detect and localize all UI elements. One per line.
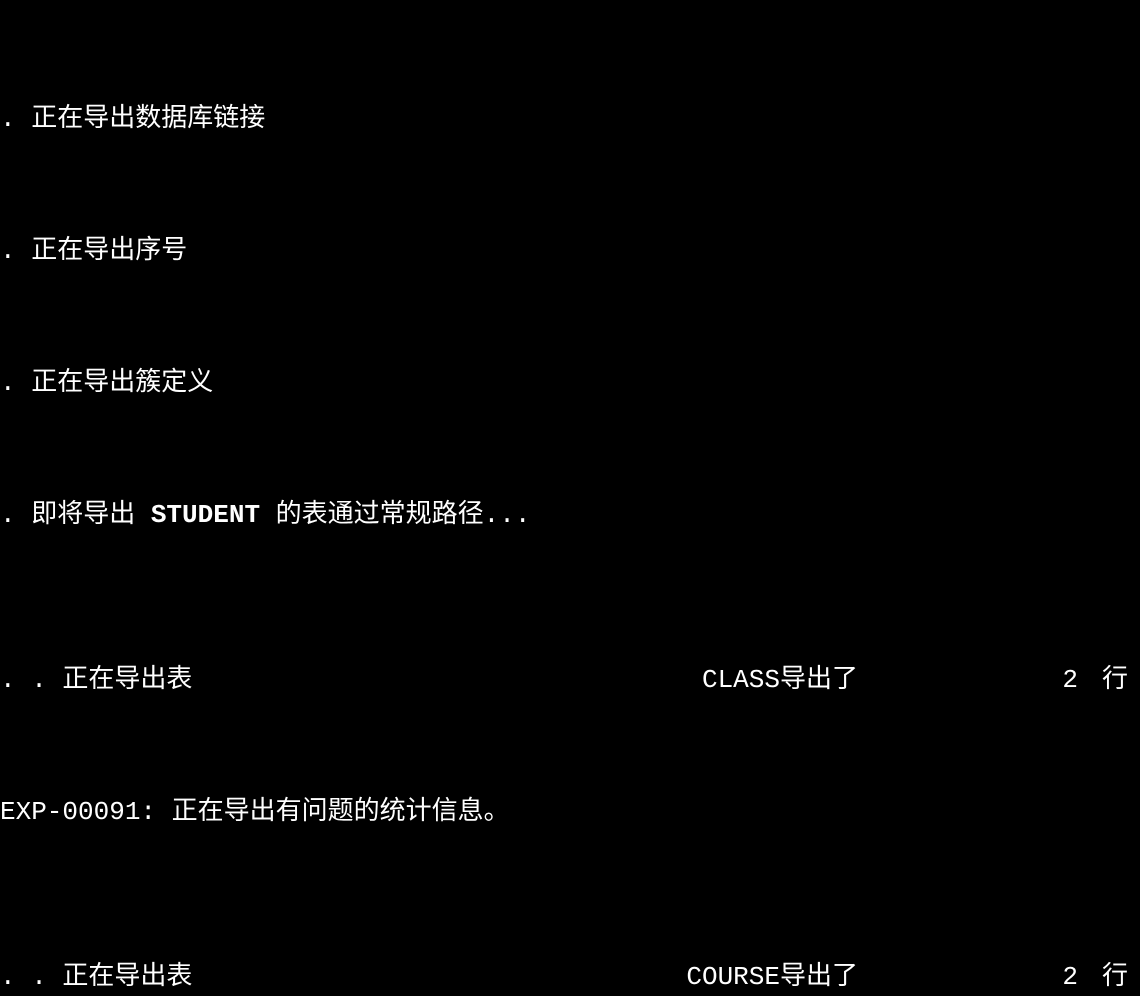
exported-label: 导出了 [780, 961, 858, 994]
terminal-output: . 正在导出数据库链接 . 正在导出序号 . 正在导出簇定义 . 即将导出 ST… [0, 0, 1140, 996]
row-count: 2 [858, 961, 1078, 994]
bullet: . . [0, 664, 62, 697]
warning-line: EXP-00091: 正在导出有问题的统计信息。 [0, 796, 1140, 829]
export-row: . . 正在导出表 COURSE 导出了 2 行 [0, 961, 1140, 994]
schema-name: STUDENT [151, 500, 260, 530]
row-unit: 行 [1078, 664, 1140, 697]
export-row: . . 正在导出表 CLASS 导出了 2 行 [0, 664, 1140, 697]
warn-text: 正在导出有问题的统计信息。 [172, 796, 510, 829]
bullet: . . [0, 961, 62, 994]
exported-label: 导出了 [780, 664, 858, 697]
exporting-table-label: 正在导出表 [62, 664, 192, 697]
log-line: . 正在导出数据库链接 [0, 103, 1140, 136]
log-line: . 正在导出序号 [0, 235, 1140, 268]
log-text: 正在导出数据库链接 [31, 103, 265, 136]
bullet: . [0, 367, 31, 400]
exporting-table-label: 正在导出表 [62, 961, 192, 994]
log-line: . 正在导出簇定义 [0, 367, 1140, 400]
about-prefix: 即将导出 [31, 500, 151, 530]
table-name: COURSE [192, 961, 780, 994]
about-suffix: 的表通过常规路径... [260, 500, 530, 530]
bullet: . [0, 103, 31, 136]
log-line: . 即将导出 STUDENT 的表通过常规路径... [0, 499, 1140, 532]
table-name: CLASS [192, 664, 780, 697]
warn-code: EXP-00091: [0, 796, 172, 829]
log-text: 正在导出序号 [31, 235, 187, 268]
bullet: . [0, 499, 31, 532]
log-text: 即将导出 STUDENT 的表通过常规路径... [31, 499, 530, 532]
row-count: 2 [858, 664, 1078, 697]
log-text: 正在导出簇定义 [31, 367, 213, 400]
row-unit: 行 [1078, 961, 1140, 994]
bullet: . [0, 235, 31, 268]
